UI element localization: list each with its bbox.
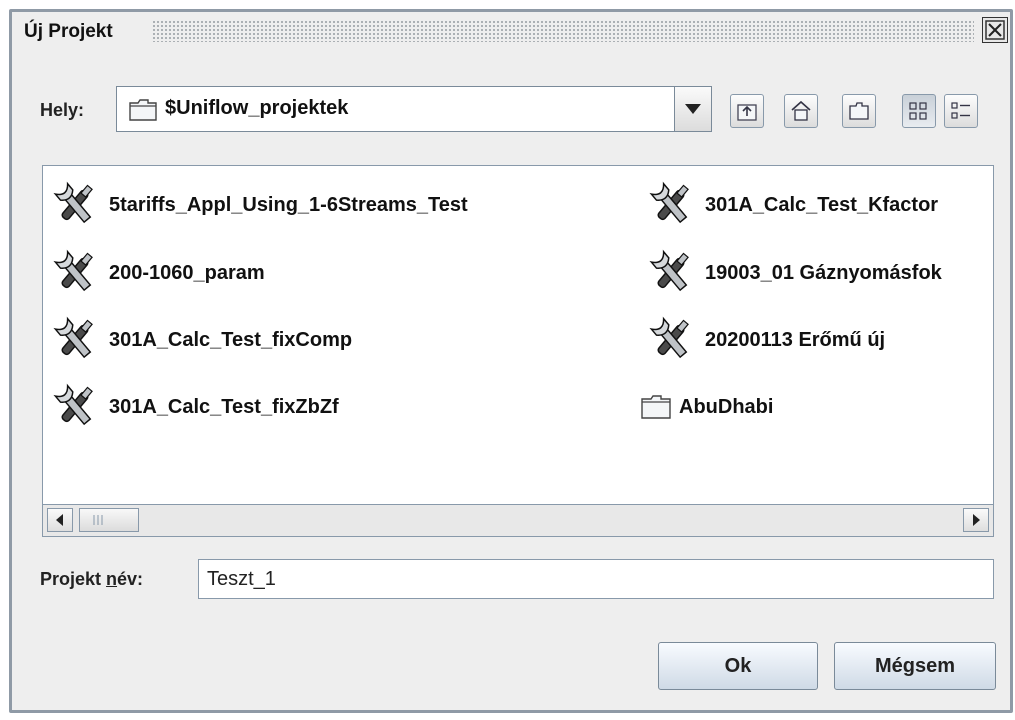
file-item[interactable]: 301A_Calc_Test_fixComp xyxy=(43,315,352,365)
file-item[interactable]: 301A_Calc_Test_Kfactor xyxy=(639,180,938,230)
scroll-right-button[interactable] xyxy=(963,508,989,532)
close-icon xyxy=(985,20,1005,40)
title-bar-pattern xyxy=(152,20,974,42)
project-tools-icon xyxy=(639,248,705,298)
list-view-icon xyxy=(909,102,927,120)
location-dropdown-button[interactable] xyxy=(674,87,711,131)
chevron-down-icon xyxy=(685,104,701,114)
file-item[interactable]: 19003_01 Gáznyomásfok xyxy=(639,248,942,298)
folder-icon xyxy=(639,382,679,432)
list-view-button[interactable] xyxy=(902,94,936,128)
folder-icon xyxy=(129,99,157,121)
project-name-input[interactable] xyxy=(198,559,994,599)
up-folder-icon xyxy=(737,104,757,121)
title-bar[interactable]: Új Projekt xyxy=(12,12,1010,50)
close-button[interactable] xyxy=(982,17,1008,43)
file-item[interactable]: 5tariffs_Appl_Using_1-6Streams_Test xyxy=(43,180,468,230)
grip-icon xyxy=(93,515,103,525)
scroll-thumb[interactable] xyxy=(79,508,139,532)
location-combobox[interactable]: $Uniflow_projektek xyxy=(116,86,712,132)
location-value: $Uniflow_projektek xyxy=(165,97,349,119)
new-project-dialog: Új Projekt Hely: $Uniflow_projektek 5tar… xyxy=(9,9,1013,713)
ok-button[interactable]: Ok xyxy=(658,642,818,690)
project-tools-icon xyxy=(43,382,109,432)
new-folder-button[interactable] xyxy=(842,94,876,128)
file-item[interactable]: 301A_Calc_Test_fixZbZf xyxy=(43,382,339,432)
details-view-icon xyxy=(951,102,970,119)
arrow-right-icon xyxy=(973,514,980,526)
project-tools-icon xyxy=(639,180,705,230)
details-view-button[interactable] xyxy=(944,94,978,128)
file-item[interactable]: 200-1060_param xyxy=(43,248,265,298)
scroll-left-button[interactable] xyxy=(47,508,73,532)
cancel-button[interactable]: Mégsem xyxy=(834,642,996,690)
arrow-left-icon xyxy=(56,514,63,526)
project-tools-icon xyxy=(43,315,109,365)
home-icon xyxy=(791,100,811,121)
home-button[interactable] xyxy=(784,94,818,128)
up-folder-button[interactable] xyxy=(730,94,764,128)
location-label: Hely: xyxy=(40,100,85,120)
folder-item[interactable]: AbuDhabi xyxy=(639,382,773,432)
project-tools-icon xyxy=(43,248,109,298)
project-tools-icon xyxy=(639,315,705,365)
project-tools-icon xyxy=(43,180,109,230)
new-folder-icon xyxy=(849,102,869,120)
horizontal-scrollbar[interactable] xyxy=(42,505,994,537)
file-item[interactable]: 20200113 Erőmű új xyxy=(639,315,885,365)
project-name-label: Projekt név: xyxy=(40,569,144,589)
file-list[interactable]: 5tariffs_Appl_Using_1-6Streams_Test 200-… xyxy=(42,165,994,505)
dialog-title: Új Projekt xyxy=(24,21,119,43)
